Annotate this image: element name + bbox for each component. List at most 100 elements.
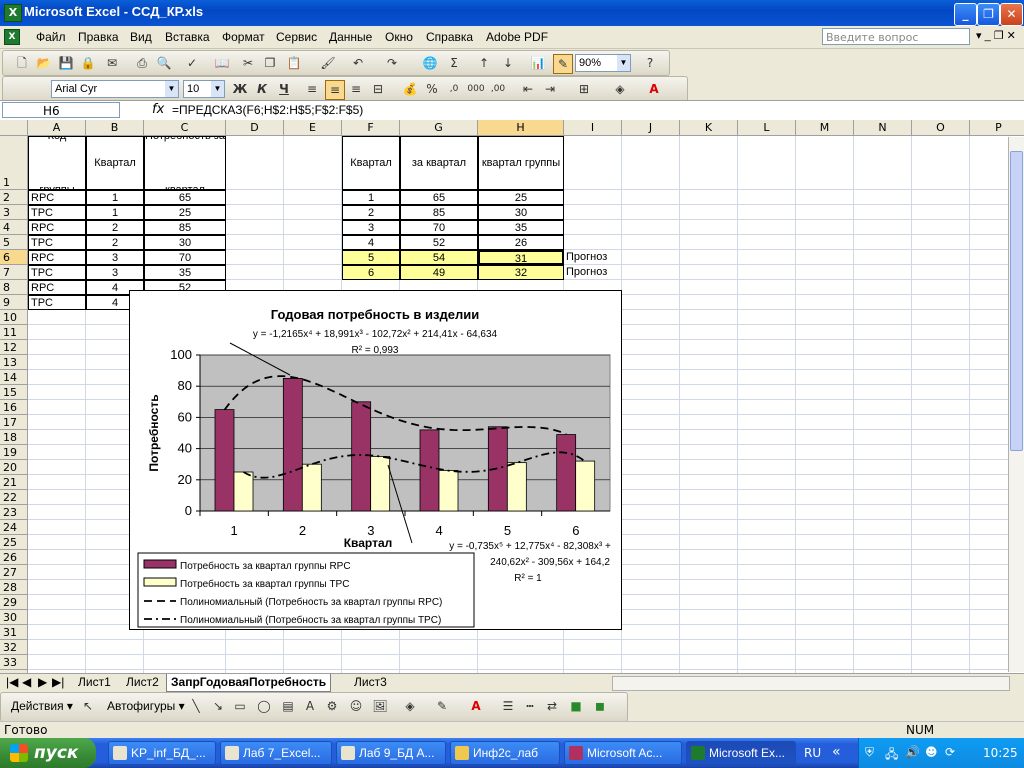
align-left-icon[interactable]: ≡ bbox=[303, 80, 321, 98]
help-icon[interactable]: ? bbox=[641, 54, 659, 72]
research-icon[interactable]: 📖 bbox=[213, 54, 231, 72]
table2-cell[interactable]: 5 bbox=[342, 250, 400, 265]
increase-indent-icon[interactable]: ⇥ bbox=[541, 80, 559, 98]
chevron-down-icon[interactable]: ▼ bbox=[211, 81, 224, 97]
row-header-10[interactable]: 10 bbox=[0, 310, 28, 325]
row-header-3[interactable]: 3 bbox=[0, 205, 28, 220]
table2-cell[interactable]: 25 bbox=[478, 190, 564, 205]
dash-style-icon[interactable]: ┅ bbox=[521, 697, 539, 715]
table2-cell[interactable]: 35 bbox=[478, 220, 564, 235]
menu-window[interactable]: Окно bbox=[385, 30, 413, 44]
insert-function-icon[interactable]: fx bbox=[152, 102, 164, 117]
column-header-O[interactable]: O bbox=[912, 120, 970, 136]
menu-edit[interactable]: Правка bbox=[78, 30, 119, 44]
column-header-D[interactable]: D bbox=[226, 120, 284, 136]
redo-icon[interactable]: ↷ bbox=[383, 54, 401, 72]
table2-cell[interactable]: 32 bbox=[478, 265, 564, 280]
diagram-icon[interactable]: ⚙ bbox=[323, 697, 341, 715]
hyperlink-icon[interactable]: 🌐 bbox=[421, 54, 439, 72]
excel-icon[interactable]: X bbox=[4, 4, 22, 22]
table1-cell[interactable]: 3 bbox=[86, 250, 144, 265]
table1-cell[interactable]: 25 bbox=[144, 205, 226, 220]
menu-tools[interactable]: Сервис bbox=[276, 30, 317, 44]
table2-cell[interactable]: 54 bbox=[400, 250, 478, 265]
document-controls[interactable]: ▾ _ ❐ ✕ bbox=[976, 29, 1016, 42]
row-header-30[interactable]: 30 bbox=[0, 610, 28, 625]
picture-icon[interactable]: 🖼 bbox=[371, 697, 389, 715]
menu-file[interactable]: Файл bbox=[36, 30, 66, 44]
name-box[interactable]: H6 bbox=[2, 102, 120, 118]
column-header-H[interactable]: H bbox=[478, 120, 564, 136]
table2-cell[interactable]: 49 bbox=[400, 265, 478, 280]
row-header-17[interactable]: 17 bbox=[0, 415, 28, 430]
minimize-button[interactable]: _ bbox=[954, 3, 977, 26]
font-color-draw-icon[interactable]: A bbox=[467, 697, 485, 715]
table1-cell[interactable]: 65 bbox=[144, 190, 226, 205]
row-header-2[interactable]: 2 bbox=[0, 190, 28, 205]
bold-button[interactable]: Ж bbox=[231, 80, 249, 98]
align-center-icon[interactable]: ≡ bbox=[325, 80, 345, 100]
email-icon[interactable]: ✉ bbox=[103, 54, 121, 72]
chevron-down-icon[interactable]: ▼ bbox=[617, 55, 630, 71]
task-kp-inf[interactable]: KP_inf_БД_... bbox=[108, 741, 216, 765]
row-header-27[interactable]: 27 bbox=[0, 565, 28, 580]
align-right-icon[interactable]: ≡ bbox=[347, 80, 365, 98]
row-header-33[interactable]: 33 bbox=[0, 655, 28, 670]
row-header-8[interactable]: 8 bbox=[0, 280, 28, 295]
tab-annual-demand[interactable]: ЗапрГодоваяПотребность bbox=[166, 674, 332, 692]
table2-cell[interactable]: 30 bbox=[478, 205, 564, 220]
update-icon[interactable]: ⟳ bbox=[945, 745, 955, 759]
table1-cell[interactable]: 3 bbox=[86, 265, 144, 280]
table2-cell[interactable]: 1 bbox=[342, 190, 400, 205]
column-header-N[interactable]: N bbox=[854, 120, 912, 136]
textbox-icon[interactable]: ▤ bbox=[279, 697, 297, 715]
table1-header[interactable]: Код группы bbox=[28, 136, 86, 190]
row-header-20[interactable]: 20 bbox=[0, 460, 28, 475]
row-header-21[interactable]: 21 bbox=[0, 475, 28, 490]
row-header-1[interactable]: 1 bbox=[0, 136, 28, 190]
table1-cell[interactable]: TPC bbox=[28, 265, 86, 280]
table2-cell[interactable]: 26 bbox=[478, 235, 564, 250]
font-color-icon[interactable]: A bbox=[645, 80, 663, 98]
row-header-6[interactable]: 6 bbox=[0, 250, 28, 265]
menu-adobe-pdf[interactable]: Adobe PDF bbox=[486, 30, 548, 44]
table2-cell[interactable]: 52 bbox=[400, 235, 478, 250]
table1-cell[interactable]: 2 bbox=[86, 235, 144, 250]
row-header-13[interactable]: 13 bbox=[0, 355, 28, 370]
table2-cell[interactable]: 65 bbox=[400, 190, 478, 205]
table1-cell[interactable]: 1 bbox=[86, 190, 144, 205]
line-icon[interactable]: ╲ bbox=[187, 697, 205, 715]
next-sheet-icon[interactable]: ▶ bbox=[38, 674, 47, 691]
row-header-15[interactable]: 15 bbox=[0, 385, 28, 400]
table1-header[interactable]: Квартал bbox=[86, 136, 144, 190]
active-cell-H6[interactable]: 31 bbox=[478, 250, 564, 265]
task-lab9[interactable]: Лаб 9_БД А... bbox=[336, 741, 446, 765]
column-header-L[interactable]: L bbox=[738, 120, 796, 136]
table1-cell[interactable]: RPC bbox=[28, 220, 86, 235]
thousands-button[interactable]: 000 bbox=[467, 80, 485, 98]
row-header-19[interactable]: 19 bbox=[0, 445, 28, 460]
table2-cell[interactable]: 70 bbox=[400, 220, 478, 235]
column-header-C[interactable]: C bbox=[144, 120, 226, 136]
table2-cell[interactable]: 4 bbox=[342, 235, 400, 250]
borders-icon[interactable]: ⊞ bbox=[575, 80, 593, 98]
horizontal-scrollbar[interactable] bbox=[612, 676, 1010, 691]
row-header-7[interactable]: 7 bbox=[0, 265, 28, 280]
line-color-icon[interactable]: ✎ bbox=[433, 697, 451, 715]
table1-cell[interactable]: TPC bbox=[28, 205, 86, 220]
tab-sheet2[interactable]: Лист2 bbox=[126, 674, 159, 691]
row-header-14[interactable]: 14 bbox=[0, 370, 28, 385]
spelling-icon[interactable]: ✓ bbox=[183, 54, 201, 72]
table2-header[interactable]: Потребность за квартал группы RPC bbox=[400, 136, 478, 190]
start-button[interactable]: пуск bbox=[0, 738, 96, 768]
row-header-12[interactable]: 12 bbox=[0, 340, 28, 355]
line-style-icon[interactable]: ☰ bbox=[499, 697, 517, 715]
row-header-26[interactable]: 26 bbox=[0, 550, 28, 565]
font-combo[interactable]: Arial Cyr ▼ bbox=[51, 80, 179, 98]
arrow-icon[interactable]: ↘ bbox=[209, 697, 227, 715]
prev-sheet-icon[interactable]: ◀ bbox=[22, 674, 31, 691]
undo-icon[interactable]: ↶ bbox=[349, 54, 367, 72]
document-icon[interactable]: X bbox=[4, 29, 20, 45]
column-header-G[interactable]: G bbox=[400, 120, 478, 136]
table1-cell[interactable]: TPC bbox=[28, 295, 86, 310]
